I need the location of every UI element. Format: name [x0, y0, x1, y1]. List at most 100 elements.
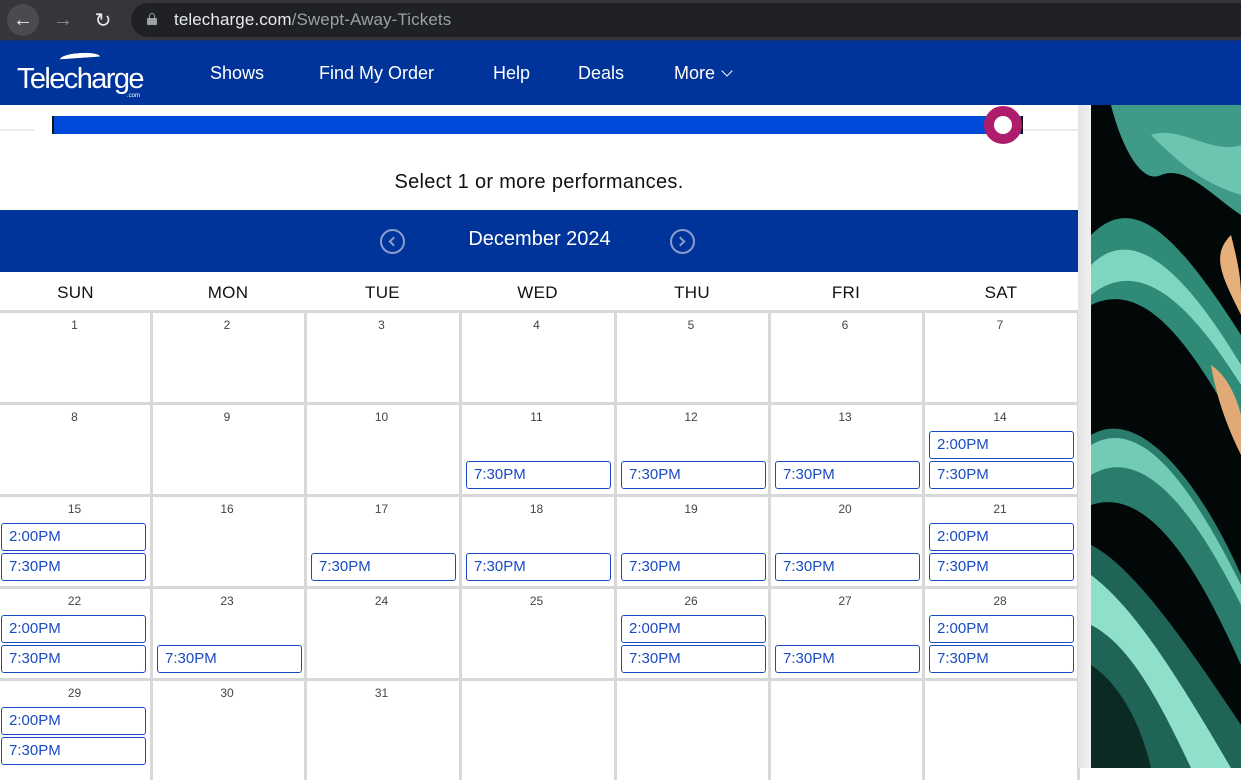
day-cell-30: 30	[152, 681, 302, 770]
weekday-fri: FRI	[831, 283, 861, 302]
chevron-down-icon	[721, 65, 733, 77]
weekday-header: SUN MON TUE WED THU FRI SAT	[0, 272, 1079, 310]
day-number: 26	[684, 594, 698, 608]
performance-button[interactable]: 7:30PM	[929, 553, 1074, 581]
day-cell-16: 16	[152, 497, 302, 586]
performance-button[interactable]: 2:00PM	[1, 615, 146, 643]
day-cell-31: 31	[306, 681, 457, 770]
performance-button[interactable]: 2:00PM	[929, 523, 1074, 551]
day-cell-1: 1	[0, 313, 149, 402]
empty-day-cell	[461, 681, 612, 770]
day-number: 29	[67, 686, 82, 700]
lock-icon	[147, 13, 157, 25]
day-cell-11: 11 7:30PM	[461, 405, 612, 494]
day-cell-29: 29 2:00PM 7:30PM	[0, 681, 149, 770]
day-number: 23	[220, 594, 234, 608]
nav-help[interactable]: Help	[493, 63, 530, 84]
day-cell-7: 7	[924, 313, 1076, 402]
performance-button[interactable]: 2:00PM	[929, 431, 1074, 459]
arrow-left-icon: ←	[13, 8, 33, 31]
month-title: December 2024	[468, 228, 611, 250]
logo-wordmark: Telecharge	[17, 63, 144, 95]
day-cell-3: 3	[306, 313, 457, 402]
site-header: Telecharge .com Shows Find My Order Help…	[0, 40, 1241, 105]
progress-knob	[984, 106, 1022, 144]
day-number: 3	[378, 318, 385, 332]
day-number: 19	[684, 502, 698, 516]
day-cell-6: 6	[770, 313, 920, 402]
day-cell-12: 12 7:30PM	[616, 405, 766, 494]
empty-day-cell	[924, 681, 1076, 770]
nav-more[interactable]: More	[674, 63, 733, 84]
day-number: 9	[223, 410, 231, 424]
telecharge-logo[interactable]: Telecharge .com	[17, 51, 147, 99]
performance-button[interactable]: 7:30PM	[775, 461, 920, 489]
performance-button[interactable]: 7:30PM	[311, 553, 456, 581]
wave-illustration	[1091, 105, 1241, 768]
day-number: 22	[67, 594, 82, 608]
chevron-right-icon	[675, 236, 686, 247]
day-cell-26: 26 2:00PM 7:30PM	[616, 589, 766, 678]
arrow-right-icon: →	[53, 8, 73, 31]
url-text[interactable]: telecharge.com/Swept-Away-Tickets	[174, 10, 451, 30]
day-number: 7	[996, 318, 1004, 332]
performance-button[interactable]: 2:00PM	[929, 615, 1074, 643]
day-cell-8: 8	[0, 405, 149, 494]
day-number: 11	[530, 410, 543, 424]
reload-button[interactable]: ↻	[87, 4, 119, 36]
performance-button[interactable]: 7:30PM	[466, 553, 611, 581]
day-number: 8	[71, 410, 78, 424]
day-number: 31	[374, 686, 389, 700]
day-number: 25	[529, 594, 544, 608]
nav-more-label: More	[674, 63, 716, 83]
nav-deals[interactable]: Deals	[578, 63, 624, 84]
performance-selection-panel: Select 1 or more performances. December …	[0, 105, 1080, 780]
url-path: /Swept-Away-Tickets	[291, 10, 452, 29]
performance-button[interactable]: 7:30PM	[1, 645, 146, 673]
day-number: 21	[993, 502, 1007, 516]
performance-button[interactable]: 2:00PM	[1, 707, 146, 735]
performance-button[interactable]: 7:30PM	[621, 645, 766, 673]
performance-button[interactable]: 7:30PM	[929, 461, 1074, 489]
calendar-grid: 1 2 3 4 5 6 7 8 9 10 11 7:30PM 12 7:30PM 13 7:30PM 14 2:0…	[0, 310, 1080, 780]
day-cell-20: 20 7:30PM	[770, 497, 920, 586]
day-number: 20	[838, 502, 852, 516]
day-cell-14: 14 2:00PM 7:30PM	[924, 405, 1076, 494]
day-cell-24: 24	[306, 589, 457, 678]
back-button[interactable]: ←	[7, 4, 39, 36]
performance-button[interactable]: 2:00PM	[621, 615, 766, 643]
day-cell-17: 17 7:30PM	[306, 497, 457, 586]
day-cell-25: 25	[461, 589, 612, 678]
performance-button[interactable]: 7:30PM	[1, 553, 146, 581]
forward-button[interactable]: →	[47, 4, 79, 36]
performance-button[interactable]: 7:30PM	[775, 645, 920, 673]
day-cell-21: 21 2:00PM 7:30PM	[924, 497, 1076, 586]
performance-button[interactable]: 7:30PM	[929, 645, 1074, 673]
performance-button[interactable]: 7:30PM	[775, 553, 920, 581]
url-host: telecharge.com	[174, 10, 292, 29]
nav-find-my-order[interactable]: Find My Order	[319, 63, 434, 84]
performance-button[interactable]: 7:30PM	[466, 461, 611, 489]
day-number: 6	[841, 318, 849, 332]
weekday-wed: WED	[517, 283, 558, 302]
nav-shows[interactable]: Shows	[210, 63, 264, 84]
weekday-sat: SAT	[984, 283, 1018, 302]
next-month-button[interactable]	[670, 229, 695, 254]
day-cell-27: 27 7:30PM	[770, 589, 920, 678]
day-number: 30	[220, 686, 234, 700]
performance-button[interactable]: 7:30PM	[621, 461, 766, 489]
performance-button[interactable]: 7:30PM	[1, 737, 146, 765]
day-number: 28	[993, 594, 1007, 608]
address-bar[interactable]: telecharge.com/Swept-Away-Tickets	[131, 3, 1241, 37]
day-cell-9: 9	[152, 405, 302, 494]
day-number: 17	[374, 502, 389, 516]
performance-button[interactable]: 7:30PM	[157, 645, 302, 673]
show-artwork	[1091, 105, 1241, 768]
day-number: 2	[223, 318, 231, 332]
day-number: 4	[533, 318, 540, 332]
day-number: 14	[993, 410, 1007, 424]
scrollbar-gutter	[1078, 105, 1091, 768]
performance-button[interactable]: 7:30PM	[621, 553, 766, 581]
performance-button[interactable]: 2:00PM	[1, 523, 146, 551]
day-number: 13	[838, 410, 852, 424]
